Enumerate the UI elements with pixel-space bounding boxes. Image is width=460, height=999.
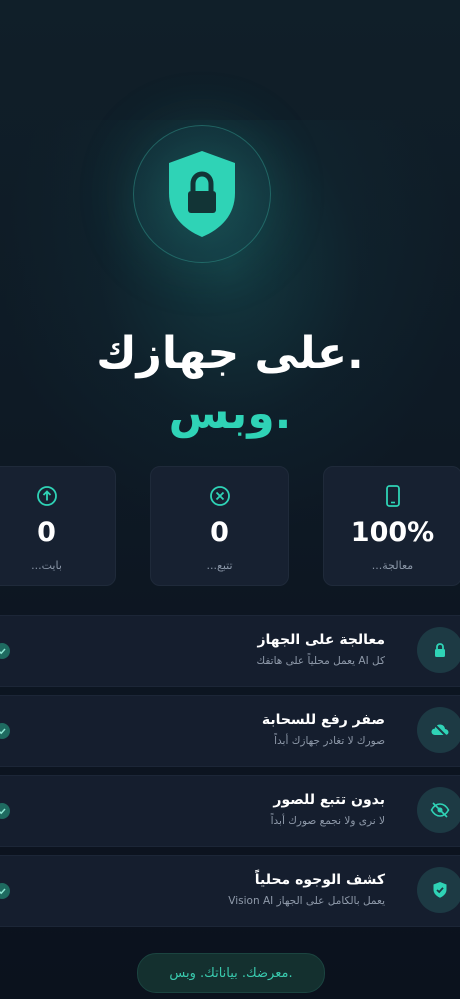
feature-row-no-tracking: بدون تتبع للصور لا نرى ولا نجمع صورك أبد… <box>0 775 460 847</box>
feature-title: كشف الوجوه محلياً <box>254 872 385 888</box>
check-icon <box>0 723 10 739</box>
upload-icon <box>36 486 57 506</box>
feature-title: معالجة على الجهاز <box>257 632 385 648</box>
feature-title: بدون تتبع للصور <box>273 792 385 808</box>
hero-shield-badge <box>133 125 271 263</box>
stat-value: 0 <box>37 517 56 548</box>
check-icon <box>0 643 10 659</box>
check-icon <box>0 883 10 899</box>
feature-title: صفر رفع للسحابة <box>261 712 385 728</box>
stat-label: بايت... <box>31 559 62 572</box>
x-circle-icon <box>209 486 230 506</box>
footer-tagline: .معرضك. بياناتك. وبس <box>137 953 325 993</box>
cloud-off-icon <box>417 707 460 753</box>
stat-card-processing: 100% معالجة... <box>323 466 460 586</box>
check-icon <box>0 803 10 819</box>
feature-subtitle: صورك لا تغادر جهازك أبداً <box>274 735 385 747</box>
feature-row-on-device: معالجة على الجهاز كل AI يعمل محلياً على … <box>0 615 460 687</box>
stat-value: 0 <box>210 517 229 548</box>
stat-label: تتبع... <box>206 559 233 572</box>
feature-row-no-cloud: صفر رفع للسحابة صورك لا تغادر جهازك أبدا… <box>0 695 460 767</box>
feature-subtitle: كل AI يعمل محلياً على هاتفك <box>256 655 386 667</box>
lock-icon <box>417 627 460 673</box>
stat-card-bytes: 0 بايت... <box>0 466 116 586</box>
eye-off-icon <box>417 787 460 833</box>
stat-card-tracking: 0 تتبع... <box>150 466 289 586</box>
shield-lock-icon <box>169 151 235 237</box>
feature-subtitle: لا نرى ولا نجمع صورك أبداً <box>270 815 385 827</box>
phone-icon <box>385 485 400 507</box>
feature-row-face-detection: كشف الوجوه محلياً يعمل بالكامل على الجها… <box>0 855 460 927</box>
hero-subtitle: .وبس <box>168 388 292 439</box>
shield-check-icon <box>417 867 460 913</box>
stat-value: 100% <box>350 517 435 548</box>
hero-title: .على جهازك <box>96 328 364 379</box>
feature-subtitle: يعمل بالكامل على الجهاز Vision AI <box>228 895 385 907</box>
stat-label: معالجة... <box>371 559 414 572</box>
